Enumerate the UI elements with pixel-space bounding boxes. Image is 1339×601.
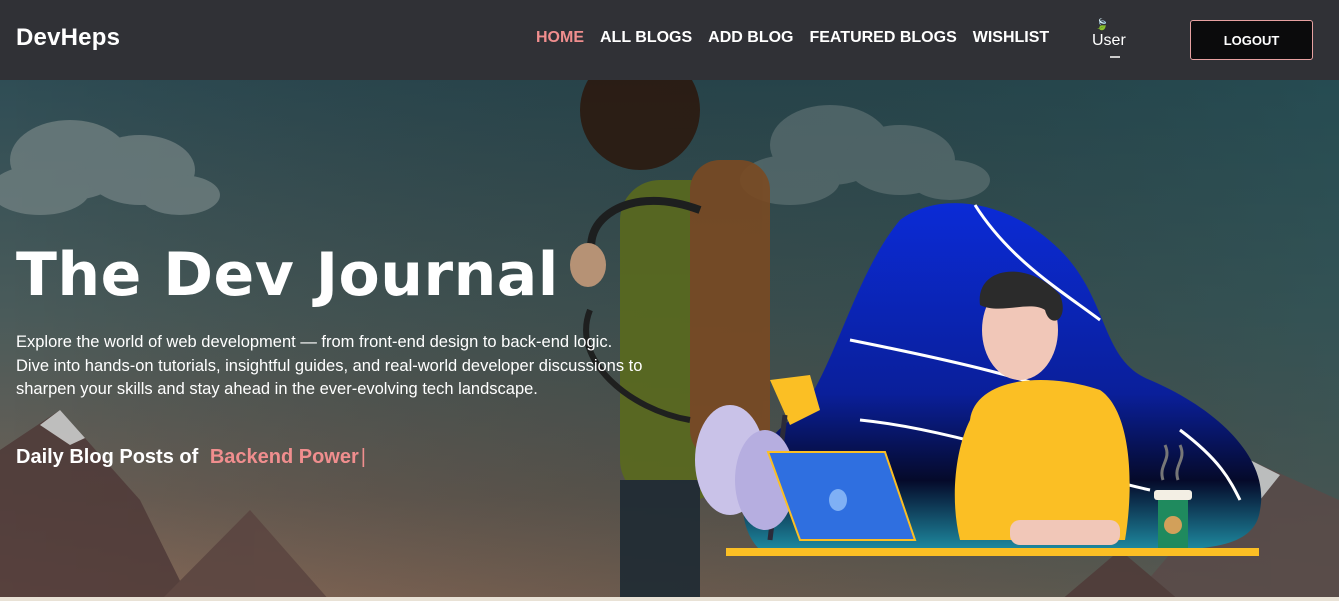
avatar-decoration <box>1110 56 1120 58</box>
navbar: DevHeps HOME ALL BLOGS ADD BLOG FEATURED… <box>0 0 1339 80</box>
nav-link-wishlist[interactable]: WISHLIST <box>973 29 1049 47</box>
nav-link-home[interactable]: HOME <box>536 29 584 47</box>
brand-logo[interactable]: DevHeps <box>16 24 120 52</box>
hero-description: Explore the world of web development — f… <box>16 333 643 398</box>
logout-button[interactable]: LOGOUT <box>1190 20 1313 60</box>
typing-cursor: | <box>360 446 366 468</box>
hero-tagline: Daily Blog Posts of Backend Power | <box>16 446 366 469</box>
user-avatar[interactable]: 🍃 User <box>1092 18 1132 64</box>
broken-image-icon: 🍃 <box>1095 18 1109 31</box>
hero-banner: The Dev Journal Explore the world of web… <box>0 80 1339 601</box>
nav-link-add-blog[interactable]: ADD BLOG <box>708 29 793 47</box>
nav-link-featured-blogs[interactable]: FEATURED BLOGS <box>809 29 956 47</box>
typed-text: Backend Power <box>209 446 359 468</box>
page-bottom-edge <box>0 597 1339 601</box>
tagline-prefix: Daily Blog Posts of <box>16 446 199 468</box>
nav-links: HOME ALL BLOGS ADD BLOG FEATURED BLOGS W… <box>536 29 1065 47</box>
user-avatar-alt-text: User <box>1092 32 1126 49</box>
hero-title: The Dev Journal <box>16 240 559 310</box>
nav-link-all-blogs[interactable]: ALL BLOGS <box>600 29 692 47</box>
